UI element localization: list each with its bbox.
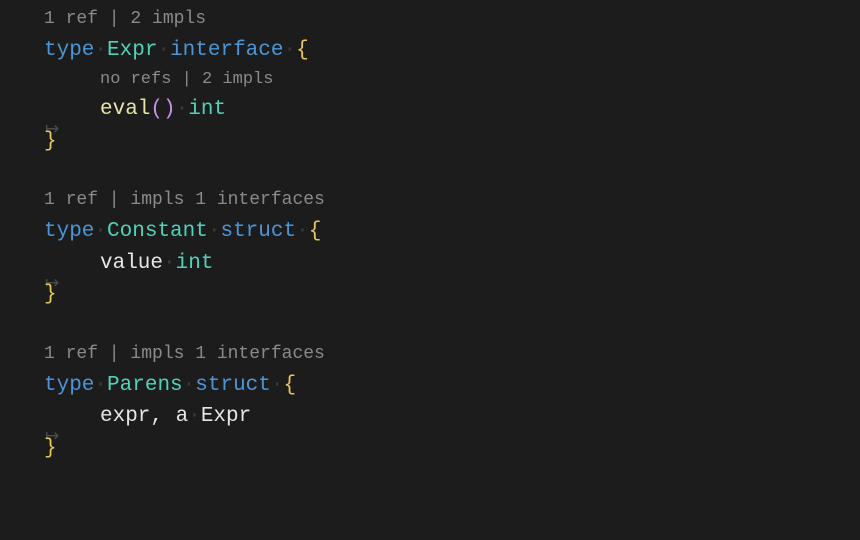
type-block-constant: 1 ref | impls 1 interfaces type·Constant…	[44, 187, 860, 311]
codelens-eval[interactable]: no refs | 2 impls	[100, 67, 860, 93]
codelens-parens[interactable]: 1 ref | impls 1 interfaces	[44, 341, 860, 368]
code-editor[interactable]: 1 ref | 2 impls type·Expr·interface·{ no…	[0, 6, 860, 464]
field-type-int: int	[176, 252, 214, 275]
type-block-expr: 1 ref | 2 impls type·Expr·interface·{ no…	[44, 6, 860, 157]
whitespace-dot: ·	[94, 39, 107, 62]
whitespace-dot: ·	[271, 374, 284, 397]
decl-line-expr: type·Expr·interface·{	[44, 35, 860, 67]
close-line: }	[44, 126, 860, 158]
type-name-parens: Parens	[107, 374, 183, 397]
codelens-constant[interactable]: 1 ref | impls 1 interfaces	[44, 187, 860, 214]
keyword-type: type	[44, 374, 94, 397]
field-type-expr: Expr	[201, 405, 251, 428]
close-brace: }	[44, 130, 57, 153]
field-line-expr: ↦expr, a·Expr	[44, 401, 860, 433]
decl-line-constant: type·Constant·struct·{	[44, 216, 860, 248]
codelens-expr[interactable]: 1 ref | 2 impls	[44, 6, 860, 33]
return-type-int: int	[188, 98, 226, 121]
keyword-struct: struct	[195, 374, 271, 397]
close-brace: }	[44, 283, 57, 306]
whitespace-dot: ·	[188, 405, 201, 428]
close-line: }	[44, 279, 860, 311]
type-block-parens: 1 ref | impls 1 interfaces type·Parens·s…	[44, 341, 860, 465]
whitespace-dot: ·	[157, 39, 170, 62]
whitespace-dot: ·	[208, 220, 221, 243]
open-brace: {	[296, 39, 309, 62]
member-line-eval: ↦eval()·int	[44, 94, 860, 126]
whitespace-dot: ·	[163, 252, 176, 275]
whitespace-dot: ·	[176, 98, 189, 121]
open-brace: {	[284, 374, 297, 397]
type-name-expr: Expr	[107, 39, 157, 62]
close-brace: }	[44, 437, 57, 460]
keyword-type: type	[44, 39, 94, 62]
field-line-value: ↦value·int	[44, 248, 860, 280]
method-name-eval: eval	[100, 98, 150, 121]
whitespace-dot: ·	[94, 374, 107, 397]
keyword-struct: struct	[220, 220, 296, 243]
keyword-type: type	[44, 220, 94, 243]
whitespace-dot: ·	[283, 39, 296, 62]
whitespace-dot: ·	[296, 220, 309, 243]
open-brace: {	[309, 220, 322, 243]
parens: ()	[150, 98, 175, 121]
close-line: }	[44, 433, 860, 465]
field-names-expr-a: expr, a	[100, 405, 188, 428]
type-name-constant: Constant	[107, 220, 208, 243]
keyword-interface: interface	[170, 39, 283, 62]
whitespace-dot: ·	[94, 220, 107, 243]
whitespace-dot: ·	[183, 374, 196, 397]
decl-line-parens: type·Parens·struct·{	[44, 370, 860, 402]
field-name-value: value	[100, 252, 163, 275]
